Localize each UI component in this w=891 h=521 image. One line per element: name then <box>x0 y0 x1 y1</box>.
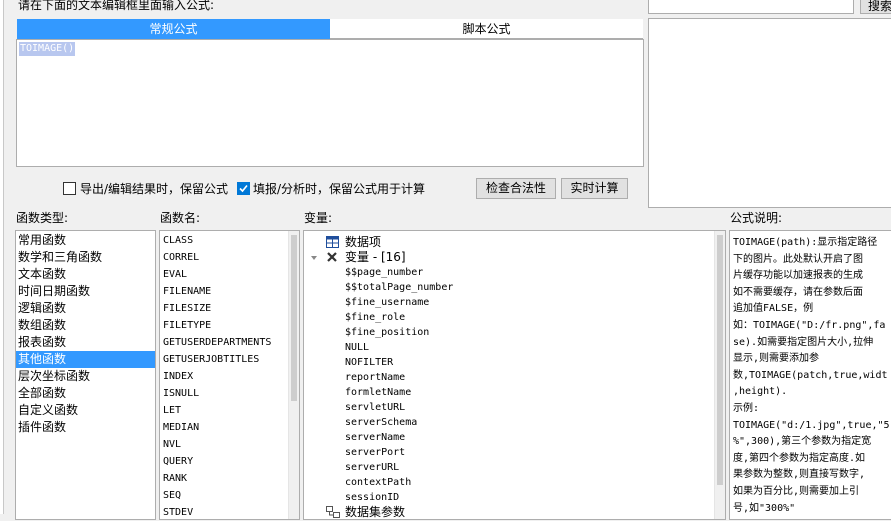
func-name-label: 函数名: <box>160 211 201 225</box>
func-type-item[interactable]: 时间日期函数 <box>16 283 155 300</box>
description-line: 如：TOIMAGE("D:/fr.png",fa <box>733 319 886 331</box>
variable-item[interactable]: reportName <box>345 370 453 385</box>
variables-scrollbar[interactable] <box>714 231 725 519</box>
variable-item[interactable]: NOFILTER <box>345 355 453 370</box>
func-type-item[interactable]: 数学和三角函数 <box>16 249 155 266</box>
func-name-item[interactable]: EVAL <box>161 266 287 283</box>
variable-item[interactable]: servletURL <box>345 400 453 415</box>
description-line: TOIMAGE("d:/1.jpg",true,"5 <box>733 419 890 431</box>
description-line: ,height). <box>733 386 788 398</box>
search-input[interactable] <box>648 0 854 14</box>
tree-node-label: 数据集参数 <box>345 505 406 519</box>
func-type-item[interactable]: 报表函数 <box>16 334 155 351</box>
variables-scroll-thumb[interactable] <box>717 235 723 485</box>
func-name-item[interactable]: CLASS <box>161 232 287 249</box>
keep-on-fill-checkbox[interactable] <box>237 182 250 195</box>
func-type-item-selected[interactable]: 其他函数 <box>16 351 155 368</box>
description-line: 片缓存功能以加速报表的生成 <box>733 270 863 282</box>
description-label: 公式说明: <box>730 211 783 225</box>
formula-text: TOIMAGE() <box>19 42 76 56</box>
variable-item[interactable]: serverName <box>345 430 453 445</box>
func-type-item[interactable]: 插件函数 <box>16 419 155 436</box>
dataset-icon <box>326 506 340 518</box>
func-type-item[interactable]: 文本函数 <box>16 266 155 283</box>
variable-item[interactable]: $$totalPage_number <box>345 280 453 295</box>
description-line: 号,如"300%" <box>733 502 796 514</box>
func-name-item[interactable]: MEDIAN <box>161 419 287 436</box>
func-name-item[interactable]: FILETYPE <box>161 317 287 334</box>
variables-tree[interactable]: 数据项 变量 - [16] $$page_number $$totalPage_… <box>303 230 726 520</box>
func-type-list[interactable]: 常用函数 数学和三角函数 文本函数 时间日期函数 逻辑函数 数组函数 报表函数 … <box>15 230 156 520</box>
formula-prompt-label: 请在下面的文本编辑框里面输入公式: <box>18 0 215 12</box>
window-edge <box>0 0 4 514</box>
tab-regular-formula[interactable]: 常规公式 <box>17 19 330 39</box>
func-name-item[interactable]: SEQ <box>161 487 287 504</box>
tab-regular-formula-label: 常规公式 <box>149 22 198 36</box>
func-type-label: 函数类型: <box>16 211 69 225</box>
description-line: 如果为百分比,则需要加上引 <box>733 485 860 497</box>
func-name-item[interactable]: NVL <box>161 436 287 453</box>
func-name-item[interactable]: GETUSERJOBTITLES <box>161 351 287 368</box>
func-type-item[interactable]: 层次坐标函数 <box>16 368 155 385</box>
tab-script-formula-label: 脚本公式 <box>462 22 511 36</box>
variable-item[interactable]: contextPath <box>345 475 453 490</box>
description-line: TOIMAGE(path):显示指定路径 <box>733 237 878 248</box>
search-button[interactable]: 搜索 <box>860 0 891 14</box>
func-name-item[interactable]: RANK <box>161 470 287 487</box>
func-name-item[interactable]: FILENAME <box>161 283 287 300</box>
description-line: 度,第四个参数为指定高度.如 <box>733 452 866 464</box>
func-type-item[interactable]: 数组函数 <box>16 317 155 334</box>
description-line: 如不需要缓存，请在参数后面 <box>733 286 863 298</box>
keep-on-fill-label: 填报/分析时，保留公式用于计算 <box>253 182 426 196</box>
variable-item[interactable]: serverURL <box>345 460 453 475</box>
variable-item[interactable]: NULL <box>345 340 453 355</box>
variables-label: 变量: <box>304 211 333 225</box>
func-name-item[interactable]: LET <box>161 402 287 419</box>
variable-item[interactable]: formletName <box>345 385 453 400</box>
variable-item[interactable]: serverSchema <box>345 415 453 430</box>
variable-item[interactable]: sessionID <box>345 490 453 505</box>
formula-description: TOIMAGE(path):显示指定路径 下的图片。此处默认开启了图 片缓存功能… <box>729 230 891 520</box>
description-line: se).如需要指定图片大小,拉伸 <box>733 336 874 348</box>
description-line: 示例: <box>733 402 760 414</box>
description-line: 显示,则需要添加参 <box>733 353 820 365</box>
description-line: %",300),第三个参数为指定宽 <box>733 436 872 448</box>
description-line: 果参数为整数,则直接写数字, <box>733 469 866 481</box>
variable-icon <box>327 252 337 262</box>
variable-item[interactable]: $fine_position <box>345 325 453 340</box>
checkmark-icon <box>239 184 248 193</box>
func-name-item[interactable]: FILESIZE <box>161 300 287 317</box>
tree-node-label: 变量 - [16] <box>345 250 406 264</box>
variable-item[interactable]: serverPort <box>345 445 453 460</box>
variable-item[interactable]: $$page_number <box>345 265 453 280</box>
formula-preview-box <box>648 18 891 208</box>
func-name-scrollbar[interactable] <box>288 231 299 519</box>
check-validity-button[interactable]: 检查合法性 <box>476 178 556 199</box>
func-name-item[interactable]: QUERY <box>161 453 287 470</box>
description-line: 下的图片。此处默认开启了图 <box>733 253 863 265</box>
description-line: 追加值FALSE，例 <box>733 303 814 315</box>
formula-editor[interactable]: TOIMAGE() <box>16 39 644 167</box>
func-name-item[interactable]: STDEV <box>161 504 287 521</box>
func-name-scroll-thumb[interactable] <box>291 235 297 401</box>
tree-node-label: 数据项 <box>345 235 382 249</box>
chevron-down-icon <box>311 256 317 260</box>
description-line: 数,TOIMAGE(patch,true,widt <box>733 369 888 381</box>
table-icon <box>326 236 339 248</box>
func-name-item[interactable]: GETUSERDEPARTMENTS <box>161 334 287 351</box>
func-type-item[interactable]: 常用函数 <box>16 232 155 249</box>
tab-script-formula[interactable]: 脚本公式 <box>330 19 643 39</box>
keep-on-export-label: 导出/编辑结果时，保留公式 <box>80 182 229 196</box>
variable-item[interactable]: $fine_role <box>345 310 453 325</box>
func-type-item[interactable]: 逻辑函数 <box>16 300 155 317</box>
realtime-calc-button[interactable]: 实时计算 <box>561 178 628 199</box>
func-name-item[interactable]: CORREL <box>161 249 287 266</box>
keep-on-export-checkbox[interactable] <box>63 182 76 195</box>
func-name-item[interactable]: INDEX <box>161 368 287 385</box>
func-name-list[interactable]: CLASS CORREL EVAL FILENAME FILESIZE FILE… <box>159 230 300 520</box>
func-type-item[interactable]: 全部函数 <box>16 385 155 402</box>
func-name-item[interactable]: ISNULL <box>161 385 287 402</box>
func-type-item[interactable]: 自定义函数 <box>16 402 155 419</box>
variable-item[interactable]: $fine_username <box>345 295 453 310</box>
